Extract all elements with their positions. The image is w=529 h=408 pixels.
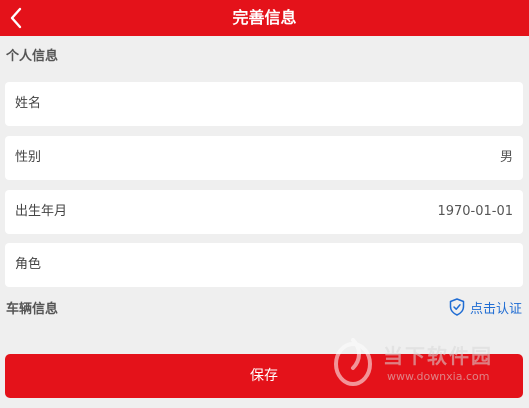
role-field[interactable]: 角色: [5, 243, 523, 287]
verify-label: 点击认证: [469, 301, 522, 317]
shield-check-icon: [449, 298, 465, 316]
name-label: 姓名: [15, 96, 42, 111]
vehicle-info-heading: 车辆信息: [6, 302, 59, 317]
verify-link[interactable]: 点击认证: [449, 297, 522, 317]
birth-date-value: 1970-01-01: [437, 204, 513, 219]
save-button[interactable]: 保存: [5, 354, 523, 398]
gender-field[interactable]: 性别 男: [5, 136, 523, 180]
top-bar: 完善信息: [0, 0, 529, 36]
birth-date-field[interactable]: 出生年月 1970-01-01: [5, 190, 523, 234]
personal-info-heading: 个人信息: [6, 49, 59, 64]
role-label: 角色: [15, 257, 42, 272]
gender-value: 男: [499, 150, 513, 165]
birth-date-label: 出生年月: [15, 204, 68, 219]
page-title: 完善信息: [232, 8, 297, 27]
gender-label: 性别: [15, 150, 42, 165]
name-field[interactable]: 姓名: [5, 82, 523, 126]
